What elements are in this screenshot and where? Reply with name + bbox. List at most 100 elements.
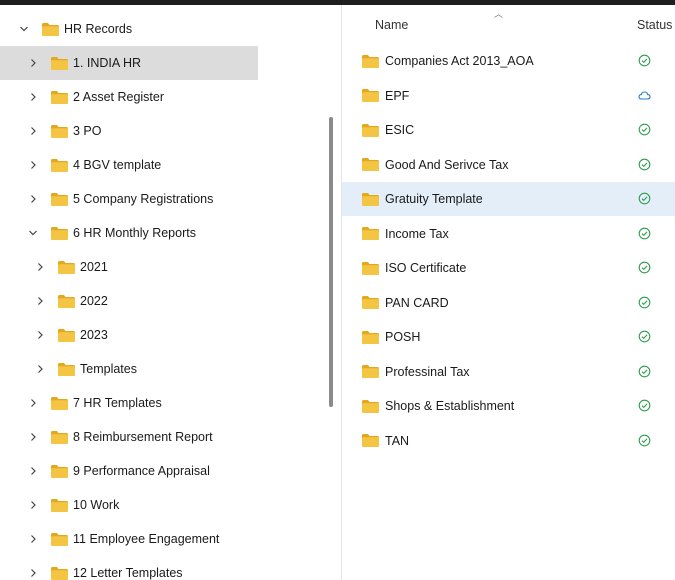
chevron-right-icon[interactable] [34, 363, 46, 375]
synced-check-icon [638, 296, 651, 308]
nav-item[interactable]: Templates [34, 352, 137, 386]
folder-icon [362, 399, 379, 413]
nav-item[interactable]: 3 PO [27, 114, 102, 148]
synced-check-icon [638, 434, 651, 446]
file-row[interactable]: Income Tax [342, 217, 675, 251]
file-row[interactable]: POSH [342, 320, 675, 354]
file-name: Good And Serivce Tax [385, 157, 509, 172]
chevron-right-icon[interactable] [27, 465, 39, 477]
chevron-down-icon[interactable] [27, 227, 39, 239]
chevron-right-icon[interactable] [27, 533, 39, 545]
file-row[interactable]: EPF [342, 79, 675, 113]
chevron-down-icon[interactable] [18, 23, 30, 35]
nav-item-hr-records[interactable]: HR Records [18, 12, 132, 46]
chevron-right-icon[interactable] [27, 397, 39, 409]
column-header-name[interactable]: Name [375, 18, 408, 32]
folder-icon [58, 328, 75, 342]
nav-item-label: 5 Company Registrations [73, 192, 214, 206]
synced-check-icon [638, 158, 651, 170]
nav-scrollbar[interactable] [329, 117, 333, 407]
file-row[interactable]: Companies Act 2013_AOA [342, 44, 675, 78]
file-name: Income Tax [385, 226, 449, 241]
folder-icon [51, 430, 68, 444]
folder-icon [51, 226, 68, 240]
folder-icon [362, 365, 379, 378]
cloud-icon [638, 90, 651, 100]
nav-item[interactable]: 6 HR Monthly Reports [27, 216, 196, 250]
chevron-right-icon[interactable] [27, 91, 39, 103]
nav-item-label: 9 Performance Appraisal [73, 464, 210, 478]
folder-icon [362, 434, 379, 447]
file-name: Gratuity Template [385, 192, 483, 206]
nav-item[interactable]: 2022 [34, 284, 108, 318]
folder-icon [362, 192, 379, 206]
chevron-right-icon[interactable] [34, 295, 46, 307]
folder-icon [51, 532, 68, 546]
folder-icon [58, 260, 75, 274]
folder-icon [362, 89, 379, 102]
folder-icon [51, 158, 68, 172]
nav-item-label: 11 Employee Engagement [73, 532, 220, 546]
folder-icon [51, 498, 68, 512]
folder-icon [362, 158, 379, 171]
folder-icon [362, 261, 379, 275]
folder-icon [362, 227, 379, 240]
file-name: POSH [385, 330, 421, 344]
chevron-right-icon[interactable] [27, 499, 39, 511]
folder-icon [51, 124, 68, 138]
chevron-right-icon[interactable] [27, 567, 39, 579]
nav-item[interactable]: 2021 [34, 250, 108, 284]
file-row[interactable]: Shops & Establishment [342, 389, 675, 423]
nav-item[interactable]: 5 Company Registrations [27, 182, 213, 216]
nav-item[interactable]: 2 Asset Register [27, 80, 164, 114]
synced-check-icon [638, 330, 651, 343]
nav-item[interactable]: 4 BGV template [27, 148, 161, 182]
chevron-right-icon[interactable] [27, 125, 39, 137]
file-row[interactable]: Professinal Tax [342, 355, 675, 389]
nav-item-label: 2022 [80, 294, 108, 308]
file-row[interactable]: TAN [342, 424, 675, 458]
nav-item-label: 8 Reimbursement Report [73, 430, 213, 444]
synced-check-icon [638, 365, 651, 377]
navigation-pane: HR Records 1. INDIA HR 2 Asset Register 3 … [0, 5, 341, 580]
folder-icon [51, 90, 68, 104]
chevron-right-icon[interactable] [27, 159, 39, 171]
file-row[interactable]: ESIC [342, 113, 675, 147]
folder-icon [51, 396, 68, 410]
column-header-status[interactable]: Status [637, 18, 672, 32]
synced-check-icon [638, 261, 651, 274]
file-row[interactable]: Gratuity Template [342, 182, 675, 216]
folder-icon [51, 464, 68, 478]
folder-icon [362, 54, 379, 68]
chevron-right-icon[interactable] [34, 261, 46, 273]
nav-item[interactable]: 2023 [34, 318, 108, 352]
synced-check-icon [638, 399, 651, 412]
file-row[interactable]: ISO Certificate [342, 251, 675, 285]
file-name: Professinal Tax [385, 364, 470, 379]
nav-item-label: 2 Asset Register [73, 90, 165, 104]
nav-item[interactable]: 11 Employee Engagement [27, 522, 219, 556]
chevron-right-icon[interactable] [27, 193, 39, 205]
chevron-right-icon[interactable] [27, 57, 39, 69]
nav-item[interactable]: 1. INDIA HR [0, 46, 258, 80]
nav-item[interactable]: 12 Letter Templates [27, 556, 183, 580]
nav-item-label: 12 Letter Templates [73, 566, 183, 580]
file-row[interactable]: Good And Serivce Tax [342, 148, 675, 182]
folder-icon [51, 56, 68, 70]
file-name: Shops & Establishment [385, 399, 515, 413]
chevron-right-icon[interactable] [27, 431, 39, 443]
chevron-right-icon[interactable] [34, 329, 46, 341]
folder-icon [362, 330, 379, 344]
nav-item[interactable]: 9 Performance Appraisal [27, 454, 210, 488]
file-list-pane: ︿ Name Status Companies Act 2013_AOA EPF E… [342, 5, 675, 580]
file-name: PAN CARD [385, 295, 449, 310]
nav-item[interactable]: 7 HR Templates [27, 386, 162, 420]
column-header: ︿ Name Status [342, 5, 675, 45]
file-row[interactable]: PAN CARD [342, 286, 675, 320]
synced-check-icon [638, 227, 651, 239]
nav-item[interactable]: 10 Work [27, 488, 119, 522]
nav-item-label: 4 BGV template [73, 158, 162, 172]
nav-item-label: 7 HR Templates [73, 396, 162, 410]
nav-item[interactable]: 8 Reimbursement Report [27, 420, 213, 454]
sort-ascending-icon: ︿ [494, 9, 504, 19]
